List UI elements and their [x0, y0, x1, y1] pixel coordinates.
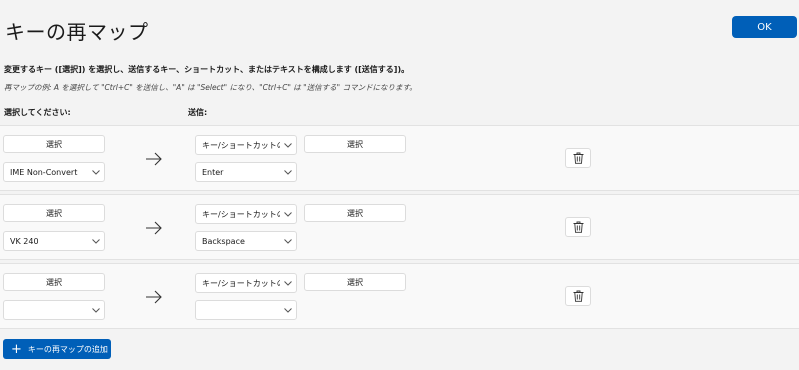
chevron-down-icon — [280, 211, 296, 217]
ok-button[interactable]: OK — [732, 16, 797, 38]
source-key-value: IME Non-Convert — [10, 167, 78, 177]
add-remap-button[interactable]: + キーの再マップの追加 — [3, 339, 111, 359]
target-select-button[interactable]: 選択 — [304, 135, 406, 153]
delete-button[interactable] — [565, 217, 591, 237]
target-select-button[interactable]: 選択 — [304, 204, 406, 222]
delete-button[interactable] — [565, 286, 591, 306]
select-column-header: 選択してください: — [4, 108, 71, 117]
trash-icon — [573, 152, 583, 164]
source-select-button[interactable]: 選択 — [3, 135, 105, 153]
chevron-down-icon — [280, 238, 296, 244]
target-key-value: Enter — [202, 167, 224, 177]
chevron-down-icon — [280, 169, 296, 175]
source-select-button[interactable]: 選択 — [3, 204, 105, 222]
add-remap-label: キーの再マップの追加 — [27, 344, 108, 354]
chevron-down-icon — [280, 307, 296, 313]
target-key-dropdown[interactable] — [195, 300, 297, 320]
arrow-right-icon — [146, 152, 162, 166]
delete-button[interactable] — [565, 148, 591, 168]
target-key-dropdown[interactable]: Enter — [195, 162, 297, 182]
remap-row: 選択 VK 240 キー/ショートカットの送 選択 Backspace — [0, 194, 799, 260]
chevron-down-icon — [88, 307, 104, 313]
source-key-dropdown[interactable]: VK 240 — [3, 231, 105, 251]
trash-icon — [573, 290, 583, 302]
chevron-down-icon — [280, 280, 296, 286]
plus-icon: + — [11, 341, 22, 357]
description-text: 変更するキー ([選択]) を選択し、送信するキー、ショートカット、またはテキス… — [4, 65, 410, 74]
target-key-dropdown[interactable]: Backspace — [195, 231, 297, 251]
trash-icon — [573, 221, 583, 233]
source-select-button[interactable]: 選択 — [3, 273, 105, 291]
target-select-button[interactable]: 選択 — [304, 273, 406, 291]
remap-type-dropdown[interactable]: キー/ショートカットの送 — [195, 135, 297, 155]
target-key-value: Backspace — [202, 236, 245, 246]
remap-row: 選択 IME Non-Convert キー/ショートカットの送 選択 Enter — [0, 125, 799, 191]
page-title: キーの再マップ — [5, 20, 149, 44]
chevron-down-icon — [88, 238, 104, 244]
chevron-down-icon — [88, 169, 104, 175]
source-key-dropdown[interactable]: IME Non-Convert — [3, 162, 105, 182]
source-key-value: VK 240 — [10, 236, 39, 246]
arrow-right-icon — [146, 221, 162, 235]
remap-type-dropdown[interactable]: キー/ショートカットの送 — [195, 273, 297, 293]
remap-type-value: キー/ショートカットの送 — [202, 140, 280, 150]
remap-type-value: キー/ショートカットの送 — [202, 278, 280, 288]
remap-row: 選択 キー/ショートカットの送 選択 — [0, 263, 799, 329]
remap-type-value: キー/ショートカットの送 — [202, 209, 280, 219]
example-text: 再マップの例: A を選択して "Ctrl+C" を送信し、"A" は "Sel… — [4, 83, 417, 92]
source-key-dropdown[interactable] — [3, 300, 105, 320]
arrow-right-icon — [146, 290, 162, 304]
chevron-down-icon — [280, 142, 296, 148]
remap-type-dropdown[interactable]: キー/ショートカットの送 — [195, 204, 297, 224]
send-column-header: 送信: — [188, 108, 208, 117]
